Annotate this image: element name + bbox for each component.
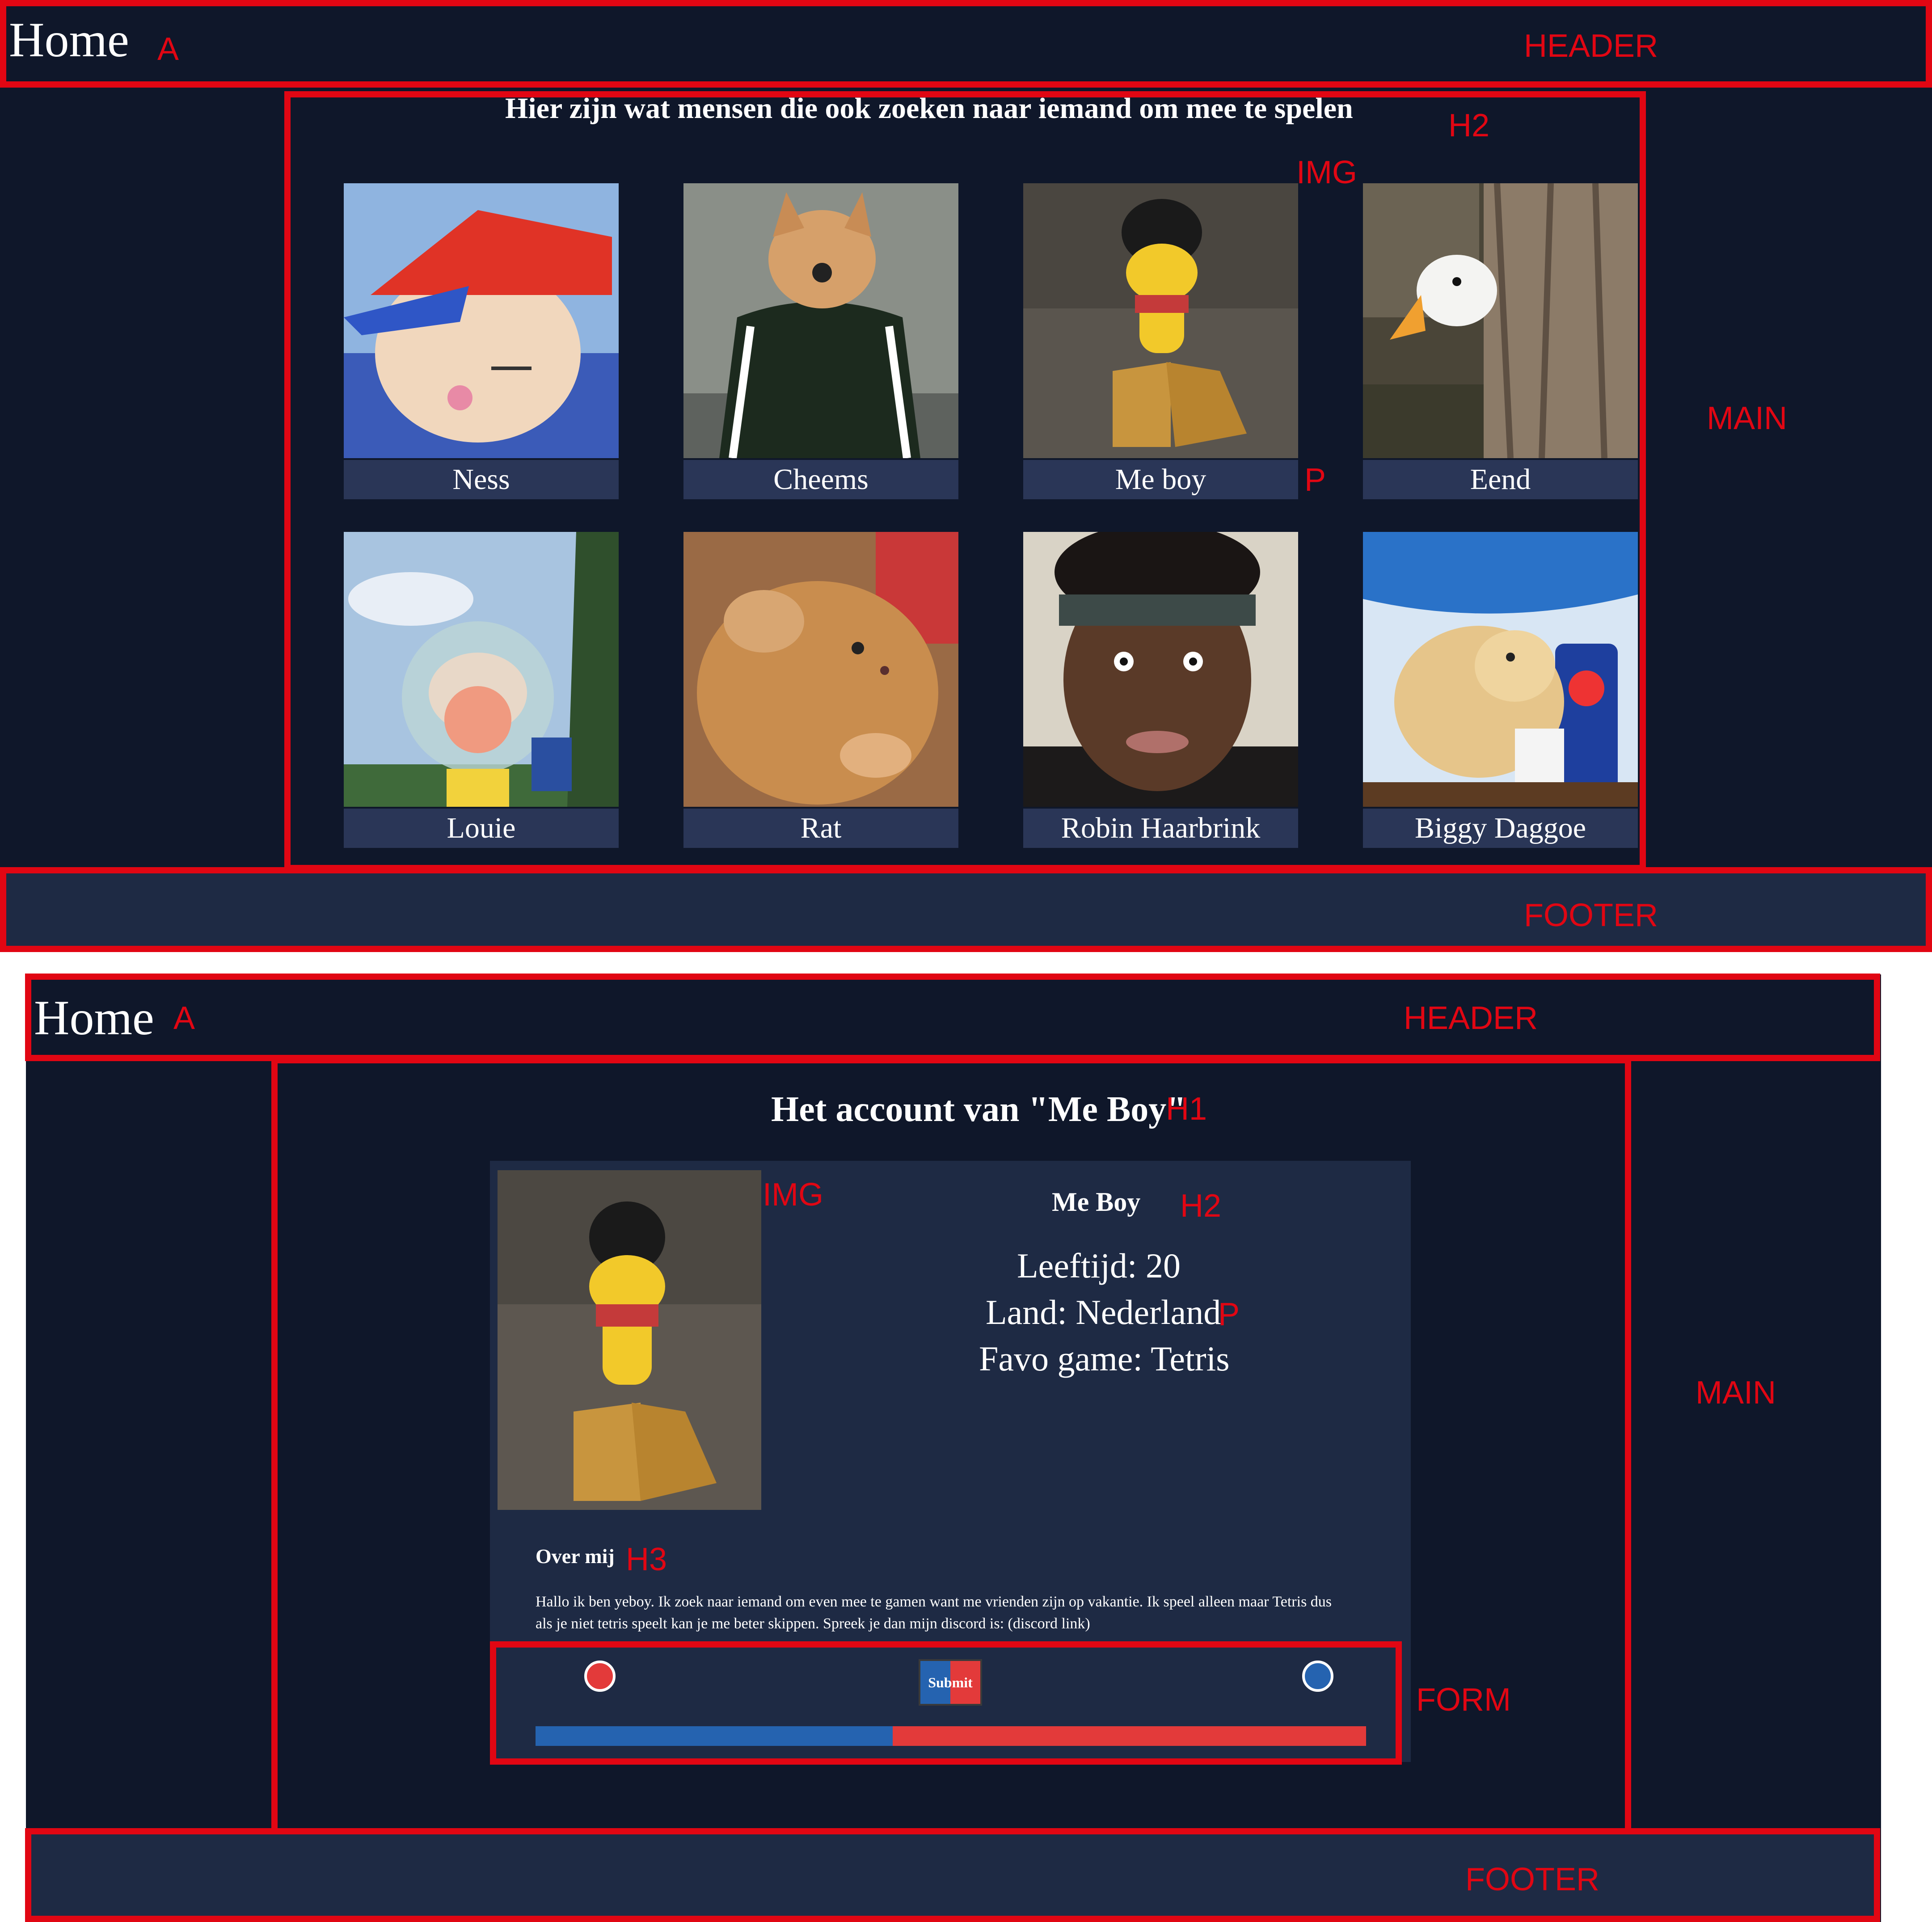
annotation-h2: H2 bbox=[1448, 108, 1490, 143]
annotation-h3: H3 bbox=[626, 1542, 667, 1577]
annotation-main: MAIN bbox=[1696, 1375, 1776, 1411]
profile-card-louie[interactable]: Louie bbox=[344, 532, 619, 848]
profile-favorite-game: Favo game: Tetris bbox=[979, 1339, 1230, 1378]
screen1-header: Home A HEADER bbox=[0, 0, 1932, 88]
profile-card-eend[interactable]: Eend bbox=[1363, 183, 1638, 499]
profile-country: Land: Nederland bbox=[986, 1293, 1221, 1332]
submit-button[interactable]: Submit bbox=[919, 1659, 982, 1706]
profile-card-biggy-daggoe[interactable]: Biggy Daggoe bbox=[1363, 532, 1638, 848]
profile-picture-cheems bbox=[683, 183, 958, 458]
preference-slider[interactable] bbox=[536, 1726, 1366, 1746]
profile-picture-ness bbox=[344, 183, 619, 458]
profile-picture-rat bbox=[683, 532, 958, 807]
profile-name: Me boy bbox=[1023, 460, 1298, 499]
page-title: Het account van "Me Boy" bbox=[771, 1090, 1186, 1129]
annotation-form: FORM bbox=[1416, 1682, 1511, 1718]
profile-picture-robin-haarbrink bbox=[1023, 532, 1298, 807]
profile-name: Cheems bbox=[683, 460, 958, 499]
profile-name: Louie bbox=[344, 809, 619, 848]
profile-name: Eend bbox=[1363, 460, 1638, 499]
annotation-p: P bbox=[1218, 1297, 1240, 1332]
profile-picture-me-boy bbox=[1023, 183, 1298, 458]
red-radio-button[interactable] bbox=[584, 1661, 616, 1692]
annotation-h1: H1 bbox=[1166, 1091, 1207, 1127]
about-text-line1: Hallo ik ben yeboy. Ik zoek naar iemand … bbox=[536, 1593, 1332, 1610]
annotation-img: IMG bbox=[763, 1177, 823, 1213]
annotation-a: A bbox=[157, 31, 179, 67]
annotation-a: A bbox=[173, 1000, 195, 1036]
profile-card-ness[interactable]: Ness bbox=[344, 183, 619, 499]
annotation-p: P bbox=[1304, 462, 1326, 498]
profile-photo bbox=[498, 1170, 761, 1510]
home-link[interactable]: Home bbox=[34, 993, 154, 1042]
about-heading: Over mij bbox=[536, 1545, 615, 1568]
profile-card-rat[interactable]: Rat bbox=[683, 532, 958, 848]
annotation-header: HEADER bbox=[1404, 1000, 1538, 1036]
profile-name: Ness bbox=[344, 460, 619, 499]
annotation-h2: H2 bbox=[1180, 1188, 1222, 1224]
profile-card-cheems[interactable]: Cheems bbox=[683, 183, 958, 499]
annotation-footer: FOOTER bbox=[1524, 898, 1658, 933]
annotation-header: HEADER bbox=[1524, 28, 1658, 64]
annotation-main: MAIN bbox=[1707, 400, 1787, 436]
screen1-footer: FOOTER bbox=[0, 867, 1932, 952]
annotation-footer: FOOTER bbox=[1465, 1862, 1599, 1897]
profile-name: Rat bbox=[683, 809, 958, 848]
profiles-heading: Hier zijn wat mensen die ook zoeken naar… bbox=[505, 92, 1353, 125]
profile-picture-louie bbox=[344, 532, 619, 807]
profile-card-robin-haarbrink[interactable]: Robin Haarbrink bbox=[1023, 532, 1298, 848]
profile-card-me-boy[interactable]: Me boy bbox=[1023, 183, 1298, 499]
blue-radio-button[interactable] bbox=[1302, 1661, 1333, 1692]
profile-picture-eend bbox=[1363, 183, 1638, 458]
profile-name-heading: Me Boy bbox=[1052, 1187, 1141, 1217]
profile-name: Robin Haarbrink bbox=[1023, 809, 1298, 848]
about-text-line2: als je niet tetris speelt kan je me bete… bbox=[536, 1615, 1090, 1632]
profile-name: Biggy Daggoe bbox=[1363, 809, 1638, 848]
profile-age: Leeftijd: 20 bbox=[1017, 1246, 1181, 1285]
profile-picture-biggy-daggoe bbox=[1363, 532, 1638, 807]
screen2-footer: FOOTER bbox=[25, 1828, 1880, 1922]
screen2-header: Home A HEADER bbox=[25, 974, 1880, 1061]
annotation-img: IMG bbox=[1296, 155, 1357, 190]
home-link[interactable]: Home bbox=[9, 15, 129, 64]
slider-fill bbox=[536, 1726, 893, 1746]
